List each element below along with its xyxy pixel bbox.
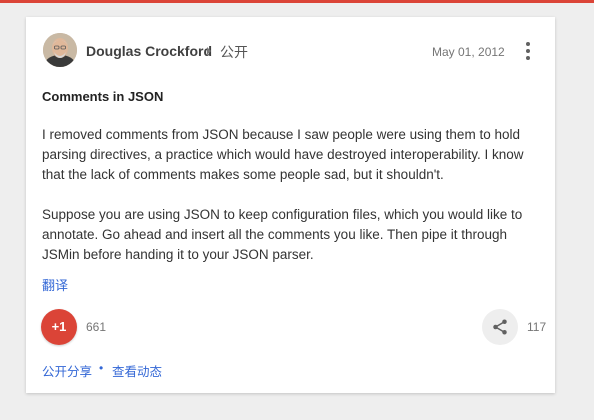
post-paragraph: Suppose you are using JSON to keep confi… — [42, 207, 523, 262]
post-date[interactable]: May 01, 2012 — [432, 45, 505, 59]
plus-one-count: 661 — [86, 320, 107, 334]
share-count: 117 — [527, 320, 547, 334]
footer-separator: • — [99, 361, 104, 375]
caret-right-icon — [207, 47, 211, 55]
post-paragraph: I removed comments from JSON because I s… — [42, 127, 524, 182]
view-activity-link[interactable]: 查看动态 — [112, 361, 162, 380]
post-title: Comments in JSON — [42, 89, 164, 104]
post-card: Douglas Crockford 公开 May 01, 2012 Commen… — [26, 17, 555, 393]
more-vertical-icon[interactable] — [516, 39, 540, 63]
share-icon — [493, 319, 507, 335]
public-share-link[interactable]: 公开分享 — [42, 361, 92, 380]
share-button[interactable] — [482, 309, 518, 345]
translate-link[interactable]: 翻译 — [42, 275, 68, 294]
top-accent-bar — [0, 0, 594, 3]
author-avatar[interactable] — [43, 33, 77, 67]
plus-one-button[interactable]: +1 — [41, 309, 77, 345]
visibility-label[interactable]: 公开 — [220, 42, 248, 62]
author-name[interactable]: Douglas Crockford — [86, 43, 212, 59]
